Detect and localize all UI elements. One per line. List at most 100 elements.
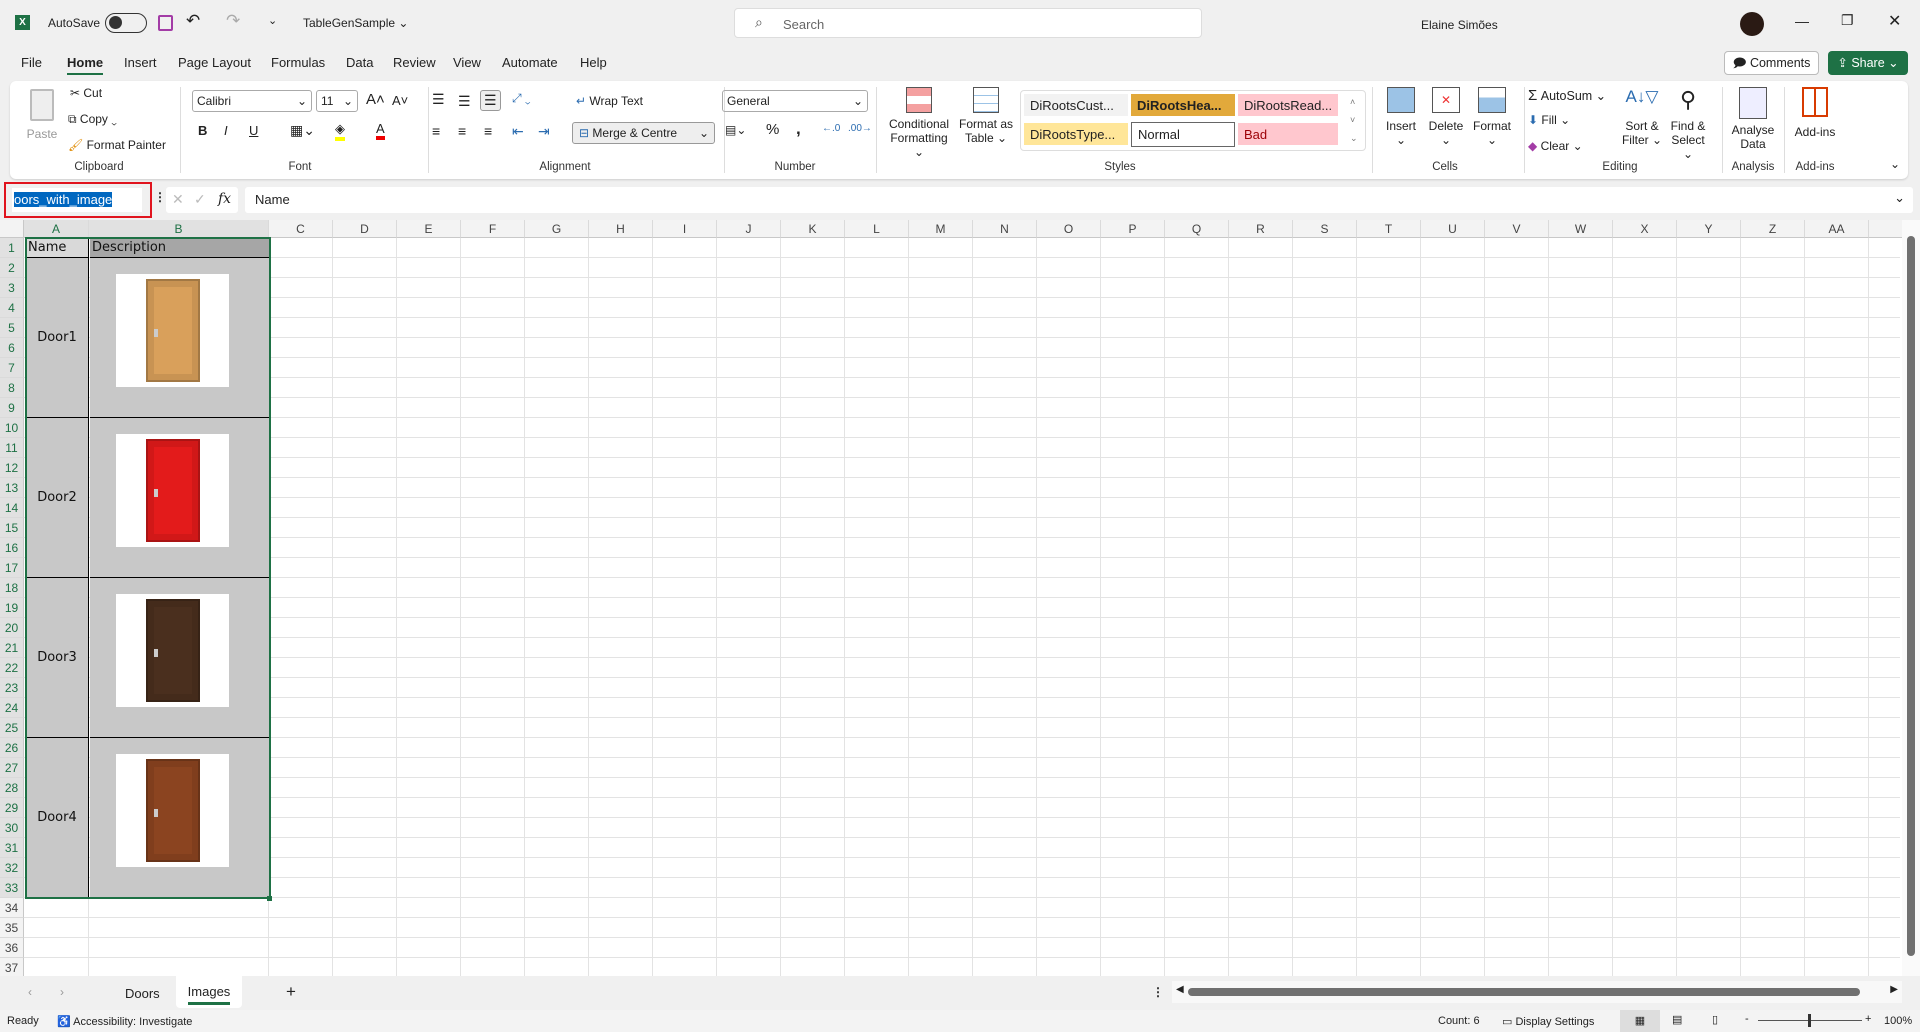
fill-button[interactable]: ⬇ Fill ⌄ (1528, 113, 1570, 127)
sheet-tab-doors[interactable]: Doors (125, 986, 160, 1001)
column-header-s[interactable]: S (1293, 220, 1357, 238)
tab-splitter-icon[interactable]: ⋮ (1152, 985, 1164, 999)
paste-button[interactable]: Paste (24, 89, 60, 141)
avatar[interactable] (1740, 12, 1764, 36)
column-header-d[interactable]: D (333, 220, 397, 238)
vertical-scrollbar[interactable] (1902, 220, 1920, 976)
enter-icon[interactable]: ✓ (194, 191, 206, 208)
style-diroots-read[interactable]: DiRootsRead... (1238, 94, 1338, 116)
column-header-b[interactable]: B (89, 220, 269, 238)
copy-button[interactable]: ⧉ Copy ⌄ (68, 112, 117, 127)
collapse-ribbon-icon[interactable]: ⌄ (1890, 157, 1900, 171)
orientation-icon[interactable]: ⤢ ⌄ (512, 91, 531, 106)
clear-button[interactable]: ◆ Clear ⌄ (1528, 139, 1583, 153)
italic-button[interactable]: I (224, 123, 228, 138)
row-header[interactable]: 20 (0, 618, 24, 638)
font-size-select[interactable]: 11 ⌄ (316, 90, 358, 112)
column-header-g[interactable]: G (525, 220, 589, 238)
column-header-f[interactable]: F (461, 220, 525, 238)
customize-qat-icon[interactable]: ⌄ (268, 14, 277, 27)
merge-centre-button[interactable]: ⊟ Merge & Centre ⌄ (572, 122, 715, 144)
row-header[interactable]: 33 (0, 878, 24, 898)
tab-data[interactable]: Data (346, 55, 373, 70)
style-diroots-hea[interactable]: DiRootsHea... (1131, 94, 1235, 116)
row-header[interactable]: 37 (0, 958, 24, 976)
find-select-button[interactable]: ⚲ Find & Select ⌄ (1666, 87, 1710, 161)
style-normal[interactable]: Normal (1131, 122, 1235, 147)
bold-button[interactable]: B (198, 123, 207, 138)
display-settings-button[interactable]: ▭ Display Settings (1502, 1015, 1594, 1028)
comments-button[interactable]: 🗩 Comments (1724, 51, 1819, 75)
zoom-in-icon[interactable]: + (1865, 1013, 1871, 1025)
row-header[interactable]: 8 (0, 378, 24, 398)
file-name[interactable]: TableGenSample ⌄ (303, 16, 408, 30)
more-options-icon[interactable]: ⋮ (154, 190, 166, 204)
sheet-tab-images[interactable]: Images (176, 976, 242, 1008)
column-header-x[interactable]: X (1613, 220, 1677, 238)
next-sheet-icon[interactable]: › (60, 985, 64, 999)
row-header[interactable]: 10 (0, 418, 24, 438)
row-header[interactable]: 35 (0, 918, 24, 938)
column-header-u[interactable]: U (1421, 220, 1485, 238)
gallery-scroll-icon[interactable]: ˄ ˅ ⌄ (1350, 93, 1358, 147)
column-header-v[interactable]: V (1485, 220, 1549, 238)
align-top-icon[interactable]: ☰ (432, 91, 445, 108)
tab-insert[interactable]: Insert (124, 55, 157, 70)
page-break-view-icon[interactable]: ▯ (1712, 1013, 1718, 1026)
row-header[interactable]: 4 (0, 298, 24, 318)
align-middle-icon[interactable]: ☰ (458, 93, 471, 110)
row-header[interactable]: 34 (0, 898, 24, 918)
column-header-m[interactable]: M (909, 220, 973, 238)
row-header[interactable]: 1 (0, 238, 24, 258)
tab-view[interactable]: View (453, 55, 481, 70)
align-center-icon[interactable]: ≡ (458, 123, 466, 139)
column-header-l[interactable]: L (845, 220, 909, 238)
redo-icon[interactable]: ↷ (226, 11, 240, 31)
row-header[interactable]: 25 (0, 718, 24, 738)
decrease-indent-icon[interactable]: ⇤ (512, 123, 524, 140)
page-layout-view-icon[interactable]: ▤ (1672, 1013, 1682, 1026)
row-header[interactable]: 7 (0, 358, 24, 378)
tab-formulas[interactable]: Formulas (271, 55, 325, 70)
column-header-h[interactable]: H (589, 220, 653, 238)
format-cells-button[interactable]: Format ⌄ (1470, 87, 1514, 147)
minimize-icon[interactable]: — (1795, 13, 1809, 29)
column-header-y[interactable]: Y (1677, 220, 1741, 238)
column-header-t[interactable]: T (1357, 220, 1421, 238)
row-header[interactable]: 5 (0, 318, 24, 338)
cut-button[interactable]: ✂ Cut (70, 86, 102, 100)
percent-icon[interactable]: % (766, 121, 779, 138)
row-header[interactable]: 19 (0, 598, 24, 618)
borders-icon[interactable]: ▦⌄ (290, 122, 315, 139)
normal-view-icon[interactable]: ▦ (1620, 1010, 1660, 1032)
row-header[interactable]: 36 (0, 938, 24, 958)
decrease-decimal-icon[interactable]: .00→ (848, 123, 872, 134)
add-ins-button[interactable]: Add-ins (1790, 87, 1840, 139)
tab-home[interactable]: Home (67, 55, 104, 75)
align-bottom-icon[interactable]: ☰ (480, 90, 501, 111)
row-header[interactable]: 30 (0, 818, 24, 838)
format-painter-button[interactable]: 🖌 Format Painter (68, 138, 166, 152)
increase-font-icon[interactable]: A˄ (366, 91, 385, 108)
align-right-icon[interactable]: ≡ (484, 123, 492, 139)
font-color-icon[interactable]: A (376, 121, 385, 140)
row-header[interactable]: 23 (0, 678, 24, 698)
column-header-e[interactable]: E (397, 220, 461, 238)
vertical-scroll-thumb[interactable] (1907, 236, 1915, 956)
font-name-select[interactable]: Calibri ⌄ (192, 90, 312, 112)
tab-file[interactable]: File (21, 55, 42, 70)
close-icon[interactable]: ✕ (1888, 11, 1901, 31)
save-icon[interactable] (158, 15, 173, 31)
zoom-slider-thumb[interactable] (1808, 1014, 1811, 1027)
restore-icon[interactable]: ❐ (1841, 12, 1854, 29)
row-header[interactable]: 24 (0, 698, 24, 718)
column-header-q[interactable]: Q (1165, 220, 1229, 238)
row-header[interactable]: 15 (0, 518, 24, 538)
column-header-n[interactable]: N (973, 220, 1037, 238)
count-status[interactable]: Count: 6 (1438, 1015, 1480, 1027)
zoom-level[interactable]: 100% (1884, 1015, 1912, 1027)
sort-filter-button[interactable]: A↓▽ Sort & Filter ⌄ (1620, 87, 1664, 147)
analyse-data-button[interactable]: Analyse Data (1728, 87, 1778, 151)
worksheet-grid[interactable]: A B C D E F G H I J K L M N O P Q R S T U V W X Y Z AA 1 2 3 4 5 6 7 8 9 10 1… (0, 220, 1920, 976)
accounting-format-icon[interactable]: ▤⌄ (725, 123, 746, 137)
